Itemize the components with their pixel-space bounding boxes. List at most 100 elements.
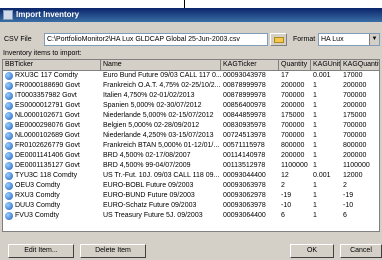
globe-bond-icon	[5, 202, 13, 210]
cell-kagticker: 00093063978	[223, 202, 266, 209]
cell-quantity: -10	[281, 202, 292, 209]
cell-kagquantity: 200000	[343, 152, 367, 159]
globe-bond-icon	[5, 122, 13, 130]
cell-quantity: 2	[281, 182, 285, 189]
globe-bond-icon	[5, 182, 13, 190]
delete-item-button[interactable]: Delete Item	[80, 244, 146, 258]
cell-kagquantity: 700000	[343, 92, 367, 99]
cell-quantity: 6	[281, 212, 285, 219]
background-strip	[0, 0, 382, 8]
cell-bbticker: DUU3 Comdty	[15, 202, 61, 209]
globe-bond-icon	[5, 72, 13, 80]
cell-name: Niederlande 5,000% 02-15/07/2012	[103, 112, 214, 119]
column-header-kagticker[interactable]: KAGTicker	[221, 60, 279, 70]
cell-kagunit: 1	[313, 152, 317, 159]
cell-name: BRD 4,500% 02-17/08/2007	[103, 152, 191, 159]
cell-quantity: 700000	[281, 92, 305, 99]
csv-file-path-field[interactable]: C:\PortfolioMonitor2\HA Lux GLDCAP Globa…	[44, 33, 268, 46]
table-row[interactable]: BE0000298076 Govt Belgien 5,000% 02-28/09…	[3, 121, 379, 131]
cell-name: Italien 4,750% 02-01/02/2013	[103, 92, 195, 99]
format-select[interactable]: HA Lux ▼	[318, 33, 380, 46]
cell-kagticker: 00830935978	[223, 122, 266, 129]
globe-bond-icon	[5, 82, 13, 90]
table-row[interactable]: NL0000102671 Govt Niederlande 5,000% 02-1…	[3, 111, 379, 121]
cell-kagticker: 00093064400	[223, 212, 266, 219]
chevron-down-icon[interactable]: ▼	[369, 34, 379, 45]
column-header-bbticker[interactable]: BBTicker	[3, 60, 101, 70]
table-row[interactable]: IT0003357982 Govt Italien 4,750% 02-01/02…	[3, 91, 379, 101]
cell-kagticker: 00856400978	[223, 102, 266, 109]
table-row[interactable]: FR0102626779 Govt Frankreich BTAN 5,000% …	[3, 141, 379, 151]
cell-kagunit: 0.001	[313, 172, 331, 179]
column-header-name[interactable]: Name	[101, 60, 221, 70]
cell-name: US Tr.-Fut. 10J. 09/03 CALL 118 09...	[103, 172, 220, 179]
column-header-quantity[interactable]: Quantity	[279, 60, 311, 70]
cell-name: BRD 4,500% 99-04/07/2009	[103, 162, 191, 169]
cell-name: Frankreich O.A.T. 4,75% 02-25/10/2...	[103, 82, 221, 89]
table-row[interactable]: OEU3 Comdty EURO-BOBL Future 09/2003 00093…	[3, 181, 379, 191]
ok-button[interactable]: OK	[290, 244, 334, 258]
cell-name: Belgien 5,000% 02-28/09/2012	[103, 122, 200, 129]
cell-quantity: 12	[281, 172, 289, 179]
cell-quantity: 175000	[281, 112, 305, 119]
cell-bbticker: ES0000012791 Govt	[15, 102, 80, 109]
cell-quantity: 200000	[281, 82, 305, 89]
cell-quantity: 17	[281, 72, 289, 79]
cell-kagticker: 00114140978	[223, 152, 266, 159]
cell-kagunit: 1	[313, 122, 317, 129]
cell-bbticker: FR0000188690 Govt	[15, 82, 80, 89]
column-header-kagquantity[interactable]: KAGQuantity	[341, 60, 379, 70]
cell-kagquantity: 800000	[343, 142, 367, 149]
cell-bbticker: IT0003357982 Govt	[15, 92, 77, 99]
table-row[interactable]: NL0000102689 Govt Niederlande 4,250% 03-1…	[3, 131, 379, 141]
cell-bbticker: DE0001135127 Govt	[15, 162, 80, 169]
table-row[interactable]: DUU3 Comdty EURO-Schatz Future 09/2003 000…	[3, 201, 379, 211]
globe-bond-icon	[5, 212, 13, 220]
inventory-list[interactable]: BBTicker Name KAGTicker Quantity KAGUnit…	[2, 59, 380, 232]
globe-bond-icon	[5, 92, 13, 100]
cell-quantity: -19	[281, 192, 292, 199]
cell-bbticker: NL0000102671 Govt	[15, 112, 80, 119]
cell-kagunit: 1	[313, 112, 317, 119]
table-row[interactable]: FVU3 Comdty US Treasury Future 5J. 09/200…	[3, 211, 379, 221]
browse-folder-button[interactable]	[270, 33, 287, 46]
cell-bbticker: FR0102626779 Govt	[15, 142, 80, 149]
cancel-button[interactable]: Cancel	[340, 244, 382, 258]
cell-kagunit: 1	[313, 142, 317, 149]
cell-kagticker: 00878999978	[223, 92, 266, 99]
import-window-icon	[3, 10, 13, 20]
format-label: Format	[293, 36, 316, 43]
column-header-kagunit[interactable]: KAGUnit	[311, 60, 341, 70]
cell-bbticker: RXU3 Comdty	[15, 192, 60, 199]
cell-bbticker: RXU3C 117 Comdty	[15, 72, 78, 79]
cell-kagquantity: 175000	[343, 112, 367, 119]
edit-item-button[interactable]: Edit Item...	[8, 244, 74, 258]
table-row[interactable]: RXU3 Comdty EURO-BUND Future 09/2003 00093…	[3, 191, 379, 201]
table-row[interactable]: TYU3C 118 Comdty US Tr.-Fut. 10J. 09/03 C…	[3, 171, 379, 181]
cell-kagunit: 1	[313, 202, 317, 209]
table-row[interactable]: DE0001135127 Govt BRD 4,500% 99-04/07/200…	[3, 161, 379, 171]
cell-kagunit: 1	[313, 182, 317, 189]
cell-kagticker: 00093063978	[223, 182, 266, 189]
cell-kagticker: 00093043978	[223, 72, 266, 79]
cell-kagquantity: 700000	[343, 132, 367, 139]
cell-kagquantity: 6	[343, 212, 347, 219]
cell-bbticker: FVU3 Comdty	[15, 212, 59, 219]
table-row[interactable]: RXU3C 117 Comdty Euro Bund Future 09/03 C…	[3, 71, 379, 81]
cell-bbticker: OEU3 Comdty	[15, 182, 61, 189]
cell-kagquantity: 1100000	[343, 162, 370, 169]
cell-quantity: 200000	[281, 152, 305, 159]
cell-name: EURO-Schatz Future 09/2003	[103, 202, 197, 209]
cell-name: Euro Bund Future 09/03 CALL 117 0...	[103, 72, 221, 79]
globe-bond-icon	[5, 132, 13, 140]
table-row[interactable]: DE0001141406 Govt BRD 4,500% 02-17/08/200…	[3, 151, 379, 161]
table-row[interactable]: ES0000012791 Govt Spanien 5,000% 02-30/07…	[3, 101, 379, 111]
cell-quantity: 200000	[281, 102, 305, 109]
table-row[interactable]: FR0000188690 Govt Frankreich O.A.T. 4,75%…	[3, 81, 379, 91]
cell-kagquantity: 200000	[343, 102, 367, 109]
cell-kagquantity: 12000	[343, 172, 363, 179]
inventory-list-caption: Inventory items to import:	[3, 50, 82, 57]
cell-kagticker: 00093062978	[223, 192, 266, 199]
cell-kagunit: 1	[313, 192, 317, 199]
cell-name: Spanien 5,000% 02-30/07/2012	[103, 102, 202, 109]
